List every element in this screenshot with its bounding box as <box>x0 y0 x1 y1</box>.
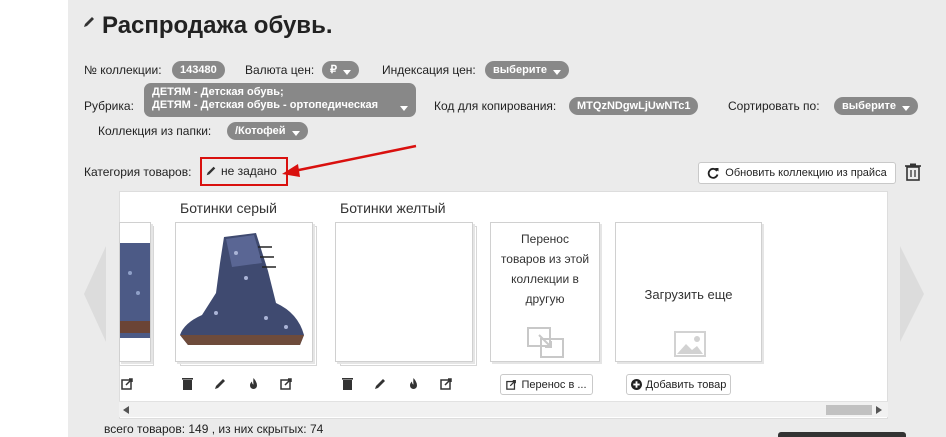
move-card-text: Перенос товаров из этой коллекции в друг… <box>491 229 599 309</box>
category-edit[interactable]: не задано <box>205 164 277 178</box>
product-card[interactable] <box>335 222 473 362</box>
share-icon[interactable] <box>121 377 134 390</box>
share-icon[interactable] <box>440 377 453 390</box>
add-product-button[interactable]: Добавить товар <box>626 374 731 395</box>
currency-select[interactable]: ₽ <box>322 61 359 79</box>
indexing-value: выберите <box>493 64 548 76</box>
currency-label: Валюта цен: <box>245 63 315 77</box>
scroll-left-icon[interactable] <box>123 406 129 414</box>
page-title: Распродажа обувь. <box>102 12 333 39</box>
horizontal-scrollbar[interactable] <box>119 401 888 417</box>
copy-code-label: Код для копирования: <box>434 99 557 113</box>
red-arrow-annotation <box>282 144 417 177</box>
carousel-prev-button[interactable] <box>84 246 106 342</box>
product-card[interactable] <box>175 222 313 362</box>
collection-no-badge: 143480 <box>172 61 225 79</box>
pencil-icon[interactable] <box>82 15 96 29</box>
folder-select[interactable]: /Котофей <box>227 122 308 140</box>
rubric-line-1: ДЕТЯМ - Детская обувь; <box>152 86 284 98</box>
add-product-label: Добавить товар <box>645 378 727 391</box>
collection-no-label: № коллекции: <box>84 63 162 77</box>
folder-label: Коллекция из папки: <box>98 124 212 138</box>
move-text-line: товаров из этой <box>500 252 590 266</box>
category-value: не задано <box>221 164 277 178</box>
pencil-icon[interactable] <box>214 377 227 390</box>
product-card-partial[interactable] <box>119 222 151 362</box>
move-text-line: коллекции в <box>511 272 579 286</box>
carousel-next-button[interactable] <box>900 246 924 342</box>
move-text-line: Перенос <box>521 232 569 246</box>
fire-icon[interactable] <box>247 377 260 390</box>
share-icon <box>506 380 517 390</box>
scrollbar-thumb[interactable] <box>826 405 872 415</box>
sort-select[interactable]: выберите <box>834 97 919 115</box>
product-image <box>180 233 304 345</box>
image-placeholder-icon <box>674 331 706 357</box>
trash-icon[interactable] <box>905 163 921 181</box>
total-products-text: всего товаров: 149 , из них скрытых: 74 <box>104 422 324 436</box>
indexing-select[interactable]: выберите <box>485 61 570 79</box>
scroll-right-icon[interactable] <box>876 406 882 414</box>
pencil-icon <box>206 166 216 176</box>
indexing-label: Индексация цен: <box>382 63 476 77</box>
move-icon <box>527 327 564 358</box>
load-more-text: Загрузить еще <box>644 287 733 302</box>
move-text-line: другую <box>525 292 565 306</box>
category-label: Категория товаров: <box>84 165 192 179</box>
copy-code-badge[interactable]: MTQzNDgwLjUwNTc1 <box>569 97 699 115</box>
bottom-bar-fragment <box>778 432 906 437</box>
rubric-line-2: ДЕТЯМ - Детская обувь - ортопедическая <box>152 99 379 111</box>
product-image <box>120 243 150 338</box>
sort-label: Сортировать по: <box>728 99 820 113</box>
sort-value: выберите <box>842 100 897 112</box>
pencil-icon[interactable] <box>374 377 387 390</box>
refresh-collection-label: Обновить коллекцию из прайса <box>725 167 887 179</box>
chevron-down-icon <box>343 69 351 75</box>
trash-icon[interactable] <box>181 377 194 390</box>
currency-value: ₽ <box>330 64 337 76</box>
move-products-card[interactable]: Перенос товаров из этой коллекции в друг… <box>490 222 600 362</box>
title-row: Распродажа обувь. <box>82 12 332 40</box>
share-icon[interactable] <box>280 377 293 390</box>
product-title: Ботинки серый <box>180 200 277 216</box>
load-more-card[interactable]: Загрузить еще <box>615 222 762 362</box>
chevron-down-icon <box>902 105 911 111</box>
chevron-down-icon <box>291 130 300 136</box>
move-to-label: Перенос в ... <box>521 378 587 391</box>
trash-icon[interactable] <box>341 377 354 390</box>
plus-circle-icon <box>630 379 642 390</box>
product-title: Ботинки желтый <box>340 200 446 216</box>
rubric-label: Рубрика: <box>84 99 134 113</box>
folder-value: /Котофей <box>235 125 286 137</box>
chevron-down-icon <box>400 106 408 111</box>
page: Распродажа обувь. № коллекции: 143480 Ва… <box>0 0 946 437</box>
move-to-button[interactable]: Перенос в ... <box>500 374 593 395</box>
rubric-select[interactable]: ДЕТЯМ - Детская обувь; ДЕТЯМ - Детская о… <box>144 83 416 117</box>
refresh-icon <box>708 167 719 179</box>
chevron-down-icon <box>553 69 562 75</box>
fire-icon[interactable] <box>407 377 420 390</box>
refresh-collection-button[interactable]: Обновить коллекцию из прайса <box>698 162 896 184</box>
